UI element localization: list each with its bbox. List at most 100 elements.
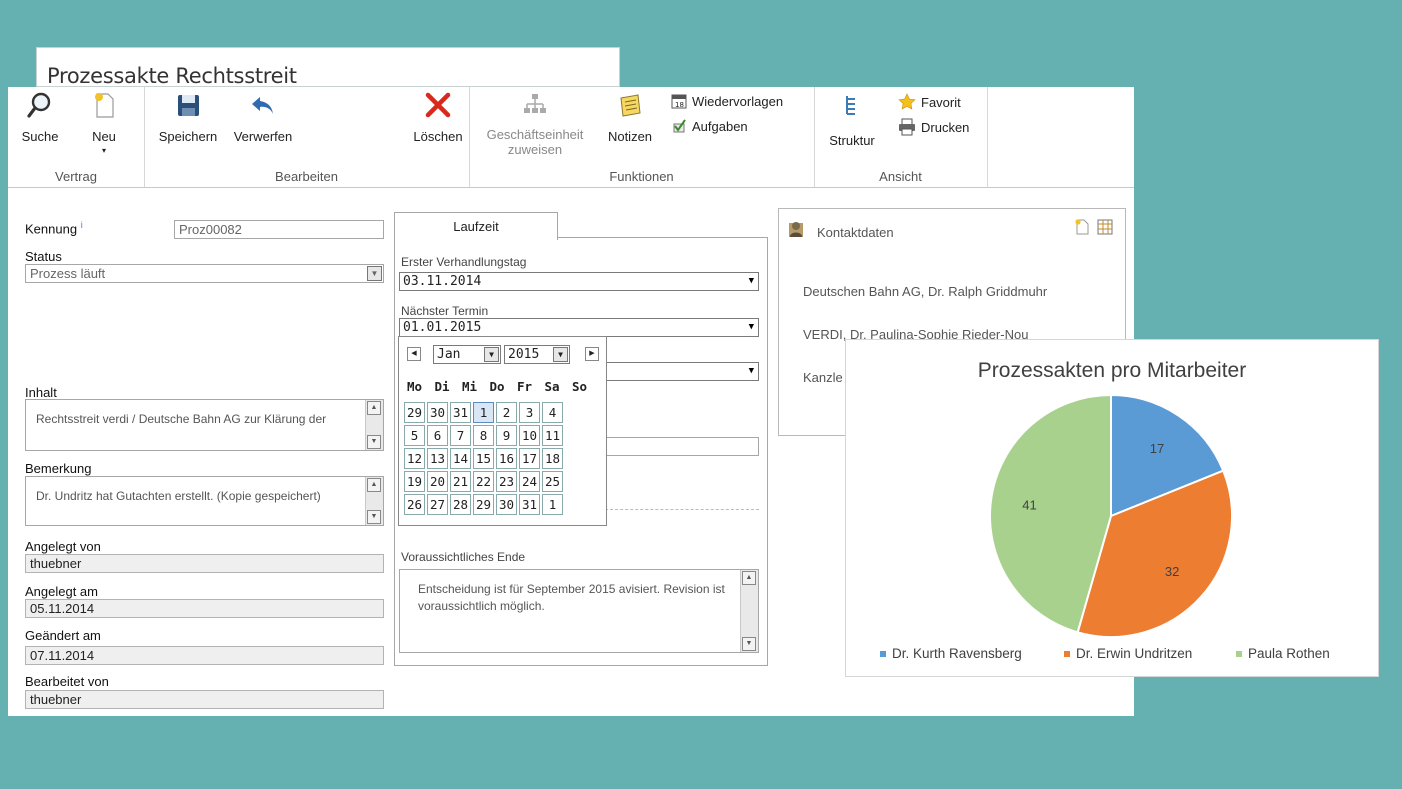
pie-chart: Prozessakten pro Mitarbeiter 17 32 41 Dr. … <box>880 359 1330 661</box>
chevron-down-icon[interactable]: ▼ <box>553 347 568 362</box>
aufgaben-button[interactable]: Aufgaben <box>671 118 748 134</box>
weekday-mo: Mo <box>407 379 423 394</box>
calendar-day[interactable]: 28 <box>450 494 471 515</box>
calendar-day[interactable]: 7 <box>450 425 471 446</box>
calendar-day[interactable]: 1 <box>473 402 494 423</box>
calendar-day[interactable]: 5 <box>404 425 425 446</box>
chart-title: Prozessakten pro Mitarbeiter <box>978 359 1246 382</box>
notes-icon <box>620 94 641 117</box>
calendar-day[interactable]: 18 <box>542 448 563 469</box>
wiedervorlagen-button[interactable]: 18 Wiedervorlagen <box>671 93 783 109</box>
weekday-so: So <box>572 379 588 394</box>
calendar-day[interactable]: 11 <box>542 425 563 446</box>
month-select[interactable]: Jan ▼ <box>433 345 501 364</box>
calendar-day[interactable]: 31 <box>519 494 540 515</box>
calendar-day[interactable]: 4 <box>542 402 563 423</box>
naechster-termin-field[interactable]: 01.01.2015 ▼ <box>399 318 759 337</box>
calendar-day[interactable]: 9 <box>496 425 517 446</box>
task-check-icon <box>673 119 686 133</box>
struktur-button[interactable]: Struktur <box>822 91 882 148</box>
calendar-day[interactable]: 13 <box>427 448 448 469</box>
ende-scrollbar[interactable]: ▲ ▼ <box>740 570 758 652</box>
contact-entry[interactable]: Deutschen Bahn AG, Dr. Ralph Griddmuhr <box>803 270 1047 313</box>
calendar-day[interactable]: 21 <box>450 471 471 492</box>
calendar-day[interactable]: 25 <box>542 471 563 492</box>
calendar-day[interactable]: 14 <box>450 448 471 469</box>
verwerfen-button[interactable]: Verwerfen <box>228 91 298 144</box>
chevron-down-icon[interactable]: ▼ <box>749 363 754 380</box>
scroll-up-icon[interactable]: ▲ <box>367 401 381 415</box>
scroll-down-icon[interactable]: ▼ <box>367 510 381 524</box>
status-select[interactable]: Prozess läuft ▼ <box>25 264 384 283</box>
inhalt-scrollbar[interactable]: ▲ ▼ <box>365 400 383 450</box>
calendar-day[interactable]: 27 <box>427 494 448 515</box>
prev-month-button[interactable]: ◀ <box>407 347 421 361</box>
printer-icon <box>899 118 915 136</box>
calendar-day[interactable]: 30 <box>427 402 448 423</box>
calendar-day[interactable]: 15 <box>473 448 494 469</box>
calendar-day[interactable]: 24 <box>519 471 540 492</box>
calendar-day[interactable]: 26 <box>404 494 425 515</box>
calendar-day[interactable]: 30 <box>496 494 517 515</box>
calendar-day[interactable]: 17 <box>519 448 540 469</box>
legend-swatch <box>880 651 886 657</box>
data-label: 32 <box>1165 564 1179 579</box>
angelegt-von-field: thuebner <box>25 554 384 573</box>
calendar-day[interactable]: 29 <box>404 402 425 423</box>
year-select[interactable]: 2015 ▼ <box>504 345 570 364</box>
new-document-icon[interactable] <box>1075 219 1089 235</box>
month-value: Jan <box>437 347 461 362</box>
erster-verhandlungstag-field[interactable]: 03.11.2014 ▼ <box>399 272 759 291</box>
angelegt-am-label: Angelegt am <box>25 584 98 599</box>
drucken-button[interactable]: Drucken <box>898 118 969 136</box>
kennung-field[interactable]: Proz00082 <box>174 220 384 239</box>
window-title: Prozessakte Rechtsstreit <box>47 64 297 88</box>
suche-button[interactable]: Suche <box>20 91 60 144</box>
favorit-button[interactable]: Favorit <box>898 93 961 111</box>
calendar-day[interactable]: 3 <box>519 402 540 423</box>
bemerkung-scrollbar[interactable]: ▲ ▼ <box>365 477 383 525</box>
legend-label: Dr. Erwin Undritzen <box>1076 646 1192 661</box>
geschaeftseinheit-zuweisen-button[interactable]: Geschäftseinheit zuweisen <box>475 91 595 157</box>
scroll-up-icon[interactable]: ▲ <box>742 571 756 585</box>
calendar-day[interactable]: 23 <box>496 471 517 492</box>
bemerkung-textarea[interactable]: Dr. Undritz hat Gutachten erstellt. (Kop… <box>25 476 384 526</box>
scroll-down-icon[interactable]: ▼ <box>367 435 381 449</box>
next-month-button[interactable]: ▶ <box>585 347 599 361</box>
chevron-down-icon[interactable]: ▼ <box>367 266 382 281</box>
notizen-button[interactable]: Notizen <box>599 91 661 144</box>
calendar-day[interactable]: 31 <box>450 402 471 423</box>
neu-button[interactable]: Neu ▾ <box>84 91 124 155</box>
partial-input-field[interactable] <box>600 437 759 456</box>
angelegt-von-label: Angelegt von <box>25 539 101 554</box>
angelegt-am-field: 05.11.2014 <box>25 599 384 618</box>
calendar-day[interactable]: 1 <box>542 494 563 515</box>
calendar-day[interactable]: 29 <box>473 494 494 515</box>
calendar-day[interactable]: 20 <box>427 471 448 492</box>
calendar-day[interactable]: 6 <box>427 425 448 446</box>
scroll-up-icon[interactable]: ▲ <box>367 478 381 492</box>
speichern-button[interactable]: Speichern <box>150 91 226 144</box>
calendar-day[interactable]: 8 <box>473 425 494 446</box>
bemerkung-value: Dr. Undritz hat Gutachten erstellt. (Kop… <box>36 489 321 503</box>
grid-icon[interactable] <box>1097 219 1113 235</box>
loeschen-button[interactable]: Löschen <box>410 91 466 144</box>
weekday-fr: Fr <box>517 379 533 394</box>
scroll-down-icon[interactable]: ▼ <box>742 637 756 651</box>
chevron-down-icon[interactable]: ▼ <box>749 273 754 290</box>
tab-laufzeit[interactable]: Laufzeit <box>394 212 558 240</box>
calendar-day[interactable]: 12 <box>404 448 425 469</box>
calendar-day[interactable]: 19 <box>404 471 425 492</box>
voraussichtliches-ende-textarea[interactable]: Entscheidung ist für September 2015 avis… <box>399 569 759 653</box>
legend-item: Dr. Erwin Undritzen <box>1064 646 1192 661</box>
inhalt-textarea[interactable]: Rechtsstreit verdi / Deutsche Bahn AG zu… <box>25 399 384 451</box>
geaendert-am-field: 07.11.2014 <box>25 646 384 665</box>
calendar-day[interactable]: 22 <box>473 471 494 492</box>
chevron-down-icon[interactable]: ▼ <box>749 319 754 336</box>
calendar-day[interactable]: 10 <box>519 425 540 446</box>
chevron-down-icon[interactable]: ▼ <box>484 347 499 362</box>
calendar-day[interactable]: 2 <box>496 402 517 423</box>
calendar-week: 5 6 7 8 9 10 11 <box>404 425 563 446</box>
calendar-day[interactable]: 16 <box>496 448 517 469</box>
legend-item: Dr. Kurth Ravensberg <box>880 646 1022 661</box>
